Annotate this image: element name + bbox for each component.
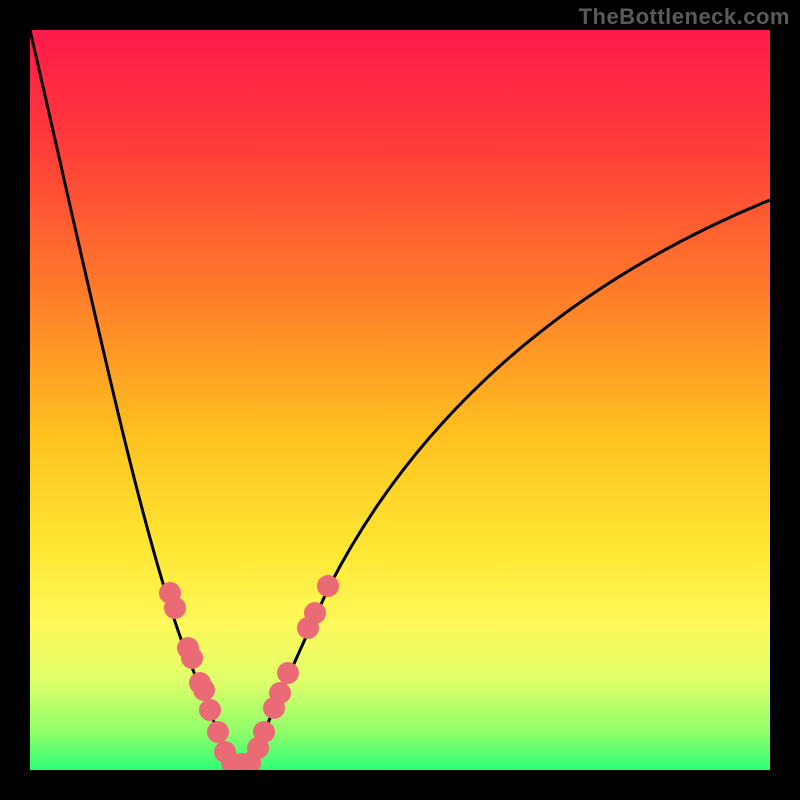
curve-right-branch (250, 200, 770, 765)
data-marker (277, 662, 299, 684)
plot-area (30, 30, 770, 770)
data-marker (269, 682, 291, 704)
chart-frame: TheBottleneck.com (0, 0, 800, 800)
data-marker (164, 597, 186, 619)
data-marker (317, 575, 339, 597)
data-marker (207, 721, 229, 743)
data-marker (199, 699, 221, 721)
curve-layer (30, 30, 770, 770)
data-marker (181, 647, 203, 669)
data-marker (253, 721, 275, 743)
data-marker (304, 602, 326, 624)
data-marker (193, 679, 215, 701)
watermark-text: TheBottleneck.com (579, 4, 790, 30)
marker-group (159, 575, 339, 770)
